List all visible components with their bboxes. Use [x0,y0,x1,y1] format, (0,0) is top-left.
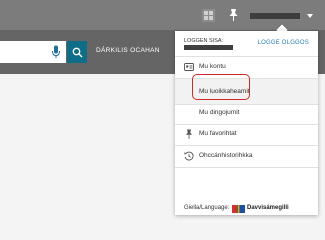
user-name-redacted[interactable] [250,13,300,19]
menu-item-search-history[interactable]: Ohccánhistorihkka [175,147,318,166]
language-label: Giella/Language: [184,205,230,211]
divider [175,167,318,168]
sami-flag-icon [232,205,245,213]
search-icon [72,47,82,57]
chevron-down-icon[interactable] [307,14,313,18]
menu-item-label: Mu favorihtat [199,130,237,137]
menu-item-label: Mu kontu [199,63,226,70]
page-content [0,74,180,220]
pin-icon [186,129,192,139]
menu-item-reservations[interactable]: Mu dingojumit [175,104,318,123]
highlight-annotation [192,74,250,100]
menu-item-label: Ohccánhistorihkka [199,152,253,159]
top-bar [0,0,325,30]
id-card-icon [184,63,194,71]
microphone-icon[interactable] [51,45,61,59]
logged-in-label: LOGGEN SISA: [184,38,224,44]
menu-item-label: Mu dingojumit [199,109,240,116]
language-value: Davvisámegilli [247,205,289,211]
divider [175,145,318,146]
logout-link[interactable]: LOGGE OLGGOS [258,40,309,46]
logged-in-user-redacted [184,45,233,50]
menu-item-favorites[interactable]: Mu favorihtat [175,125,318,144]
pin-icon[interactable] [228,8,239,22]
account-menu: LOGGEN SISA: LOGGE OLGGOS Mu kontu Mu lu… [175,31,318,215]
search-button[interactable] [67,41,87,63]
divider [175,56,318,57]
apps-grid-icon[interactable] [202,9,215,22]
advanced-search-link[interactable]: DÁRKILIS OCAHAN [96,47,160,54]
history-icon [184,151,194,161]
language-selector[interactable]: Giella/Language: Davvisámegilli [175,202,318,215]
